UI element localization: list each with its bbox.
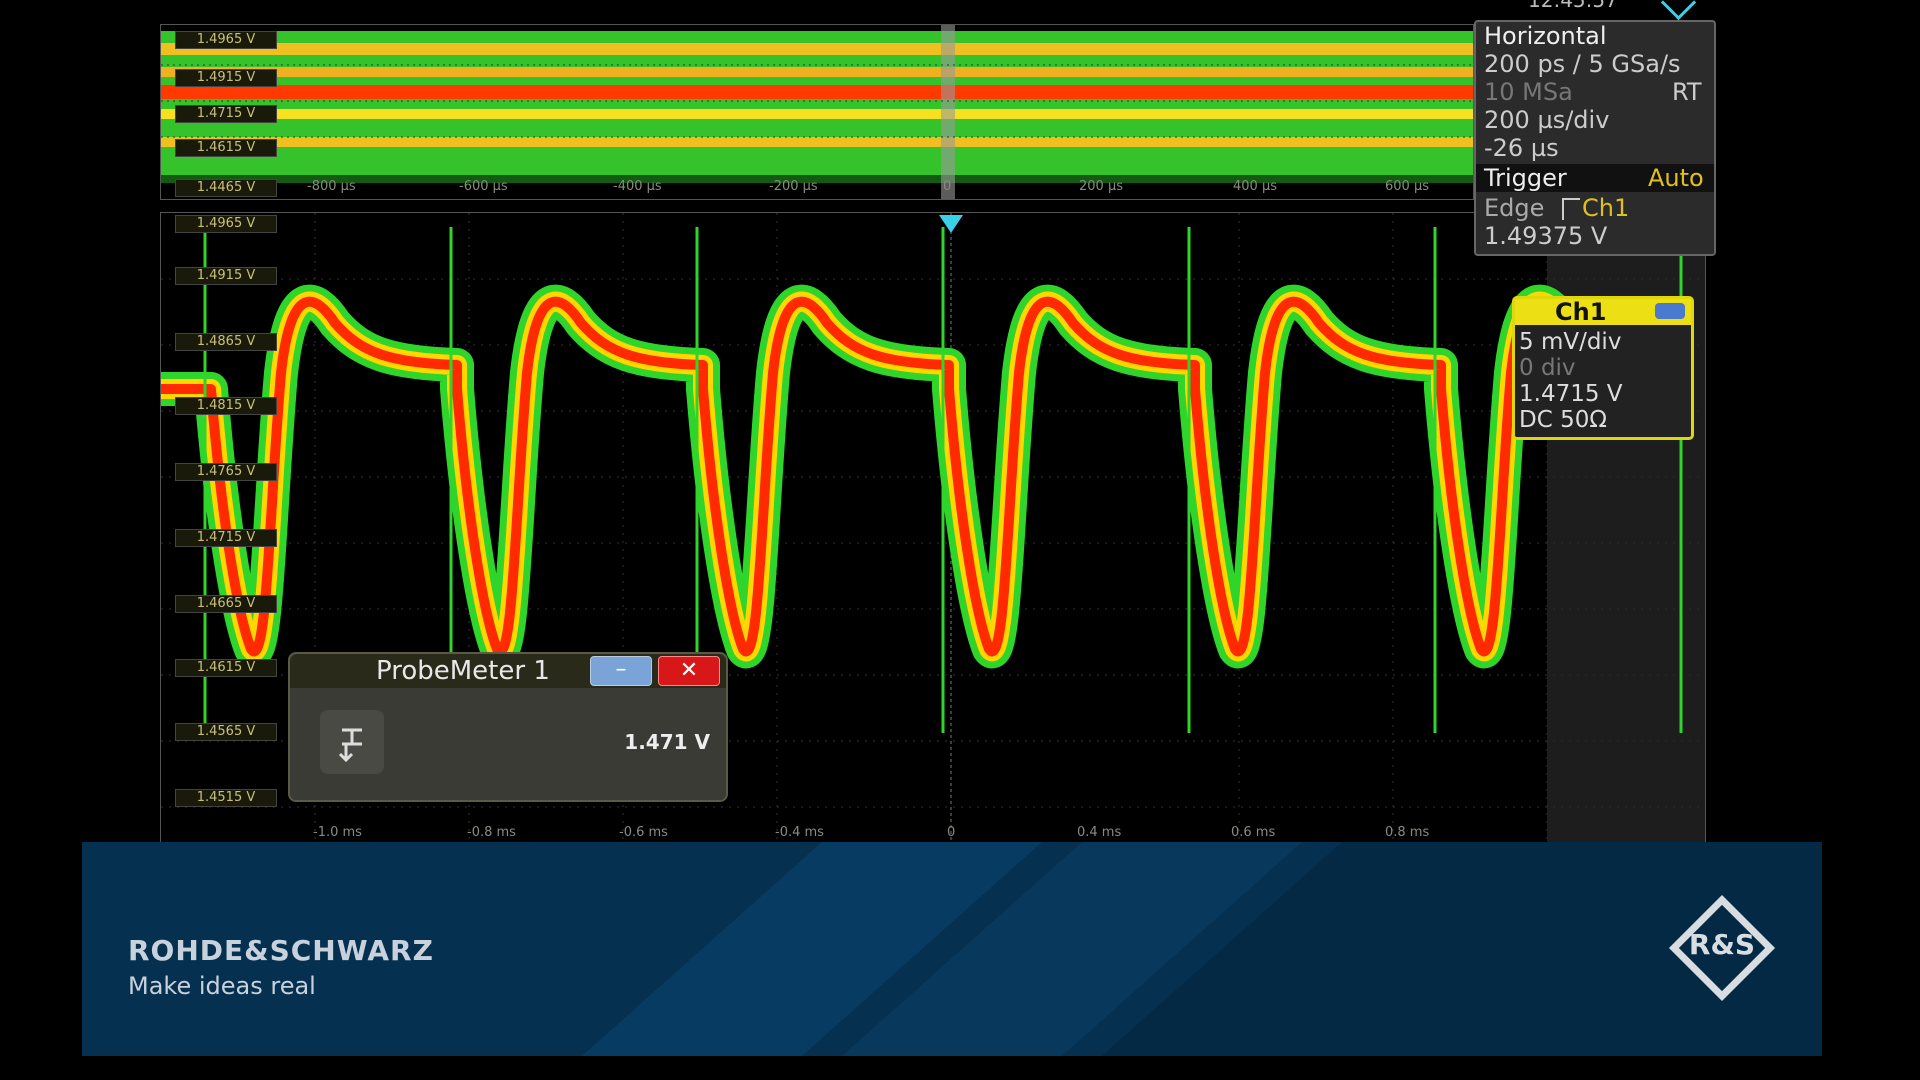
main-y-label: 1.4715 V <box>175 529 277 547</box>
overview-waveform-panel[interactable]: 1.4965 V 1.4915 V 1.4715 V 1.4615 V 1.44… <box>160 24 1474 200</box>
status-time: 12:45:57 <box>1528 0 1618 12</box>
main-y-label: 1.4765 V <box>175 463 277 481</box>
channel-1-box[interactable]: Ch1 5 mV/div 0 div 1.4715 V DC 50Ω <box>1512 296 1694 440</box>
main-x-label: -1.0 ms <box>313 825 362 840</box>
probemeter-value: 1.471 V <box>624 730 710 754</box>
main-x-label: 0.6 ms <box>1231 825 1276 840</box>
main-x-label: -0.6 ms <box>619 825 668 840</box>
main-y-label: 1.4865 V <box>175 333 277 351</box>
trigger-title: Trigger <box>1484 164 1567 192</box>
overview-y-label: 1.4715 V <box>175 105 277 123</box>
chevron-down-icon[interactable] <box>1660 0 1697 21</box>
main-x-label: 0.4 ms <box>1077 825 1122 840</box>
horizontal-resolution: 200 ps / 5 GSa/s <box>1484 50 1681 78</box>
close-button[interactable]: ✕ <box>658 656 720 686</box>
channel-minimize-icon[interactable] <box>1655 303 1685 319</box>
edge-rising-icon <box>1562 198 1580 220</box>
probe-icon <box>320 710 384 774</box>
horizontal-position: -26 µs <box>1484 134 1559 162</box>
horizontal-record-length: 10 MSa <box>1484 78 1573 106</box>
overview-x-label: 200 µs <box>1079 179 1123 194</box>
main-y-label: 1.4815 V <box>175 397 277 415</box>
probemeter-title: ProbeMeter 1 <box>376 656 550 686</box>
trigger-level: 1.49375 V <box>1484 222 1608 250</box>
trigger-header[interactable]: Trigger Auto <box>1476 164 1714 192</box>
main-y-label: 1.4965 V <box>175 215 277 233</box>
channel-scale: 5 mV/div <box>1519 329 1622 355</box>
horizontal-timebase: 200 µs/div <box>1484 106 1610 134</box>
overview-y-label: 1.4465 V <box>175 179 277 197</box>
overview-y-label: 1.4915 V <box>175 69 277 87</box>
main-y-label: 1.4665 V <box>175 595 277 613</box>
overview-y-label: 1.4965 V <box>175 31 277 49</box>
main-x-label: -0.4 ms <box>775 825 824 840</box>
overview-waveform-canvas <box>161 25 1473 199</box>
overview-x-label: 0 <box>943 179 952 194</box>
brand-tagline: Make ideas real <box>128 972 316 1000</box>
overview-x-label: -400 µs <box>613 179 662 194</box>
channel-offset: 0 div <box>1519 355 1576 381</box>
horizontal-settings-box[interactable]: Horizontal 200 ps / 5 GSa/s 10 MSa RT 20… <box>1474 20 1716 256</box>
brand-banner: ROHDE&SCHWARZ Make ideas real R&S <box>82 842 1822 1056</box>
overview-x-label: -600 µs <box>459 179 508 194</box>
main-y-label: 1.4515 V <box>175 789 277 807</box>
minimize-icon: – <box>615 657 627 682</box>
main-y-label: 1.4915 V <box>175 267 277 285</box>
minimize-button[interactable]: – <box>590 656 652 686</box>
channel-coupling: DC 50Ω <box>1519 407 1607 433</box>
trigger-source: Ch1 <box>1582 194 1630 222</box>
probemeter-dialog[interactable]: ProbeMeter 1 – ✕ 1.471 V <box>288 652 728 802</box>
main-y-label: 1.4615 V <box>175 659 277 677</box>
rs-logo-icon: R&S <box>1664 890 1780 1006</box>
overview-x-label: 600 µs <box>1385 179 1429 194</box>
trigger-mode: Auto <box>1648 164 1704 192</box>
overview-cursor[interactable] <box>941 25 955 199</box>
overview-x-label: -200 µs <box>769 179 818 194</box>
main-x-label: -0.8 ms <box>467 825 516 840</box>
main-x-label: 0 <box>947 825 956 840</box>
main-y-label: 1.4565 V <box>175 723 277 741</box>
channel-position: 1.4715 V <box>1519 381 1623 407</box>
horizontal-mode: RT <box>1672 78 1702 106</box>
overview-x-label: -800 µs <box>307 179 356 194</box>
horizontal-title: Horizontal <box>1484 22 1607 50</box>
overview-y-label: 1.4615 V <box>175 139 277 157</box>
overview-x-label: 400 µs <box>1233 179 1277 194</box>
close-icon: ✕ <box>679 658 699 683</box>
main-x-label: 0.8 ms <box>1385 825 1430 840</box>
trigger-type: Edge <box>1484 194 1545 222</box>
probemeter-titlebar[interactable]: ProbeMeter 1 – ✕ <box>290 654 726 688</box>
brand-name: ROHDE&SCHWARZ <box>128 934 434 967</box>
